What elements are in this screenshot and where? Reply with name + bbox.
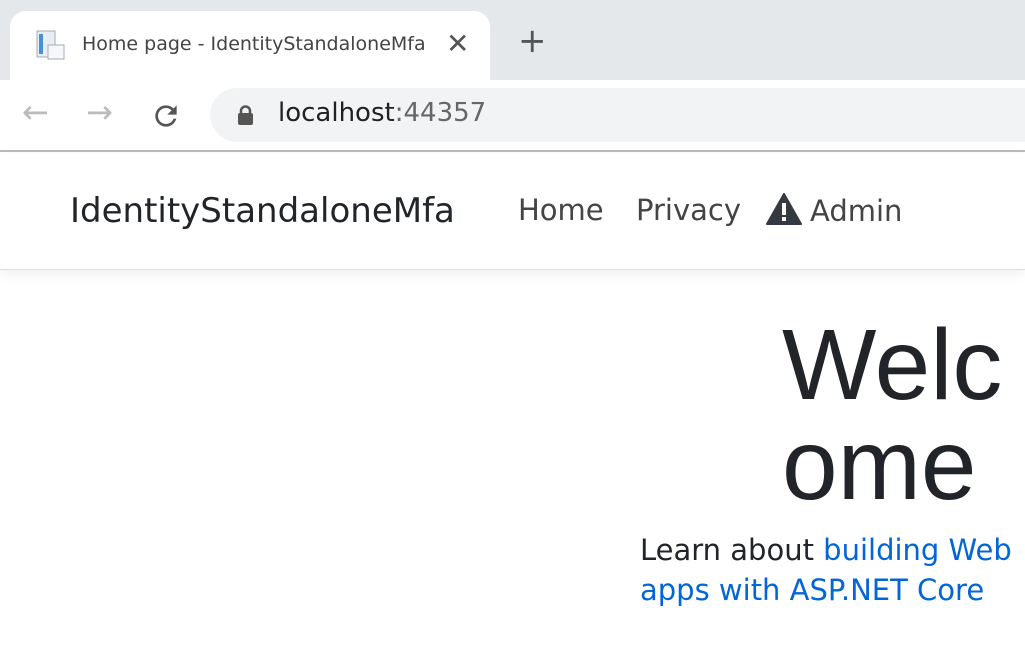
close-tab-icon[interactable]: ✕ (446, 27, 469, 60)
url-port: :44357 (394, 98, 487, 128)
forward-arrow-icon[interactable]: → (86, 96, 113, 128)
new-tab-button[interactable]: + (518, 24, 547, 58)
lead-text: Learn about (640, 533, 824, 567)
navbar-brand[interactable]: IdentityStandaloneMfa (70, 191, 455, 231)
tab-strip: Home page - IdentityStandaloneMfa ✕ + (0, 0, 1025, 80)
tab-title: Home page - IdentityStandaloneMfa (82, 33, 426, 55)
url-host: localhost (278, 98, 395, 128)
nav-link-privacy[interactable]: Privacy (636, 193, 741, 227)
lead-paragraph: Learn about building Web apps with ASP.N… (640, 530, 1025, 610)
back-arrow-icon[interactable]: ← (22, 96, 49, 128)
address-bar[interactable]: localhost:44357 (210, 88, 1025, 142)
site-navbar: IdentityStandaloneMfa Home Privacy Admin (0, 153, 1025, 270)
admin-label: Admin (810, 194, 903, 228)
page-heading: Welcome (782, 309, 1003, 521)
browser-tab[interactable]: Home page - IdentityStandaloneMfa ✕ (10, 11, 490, 80)
reload-icon[interactable] (150, 100, 182, 132)
browser-toolbar: ← → localhost:44357 (0, 80, 1025, 152)
warning-icon (766, 193, 802, 225)
lock-icon (238, 105, 253, 125)
nav-link-admin[interactable]: Admin (766, 193, 902, 228)
url-text: localhost:44357 (278, 98, 486, 128)
nav-link-home[interactable]: Home (518, 193, 604, 227)
page-icon (36, 30, 65, 60)
